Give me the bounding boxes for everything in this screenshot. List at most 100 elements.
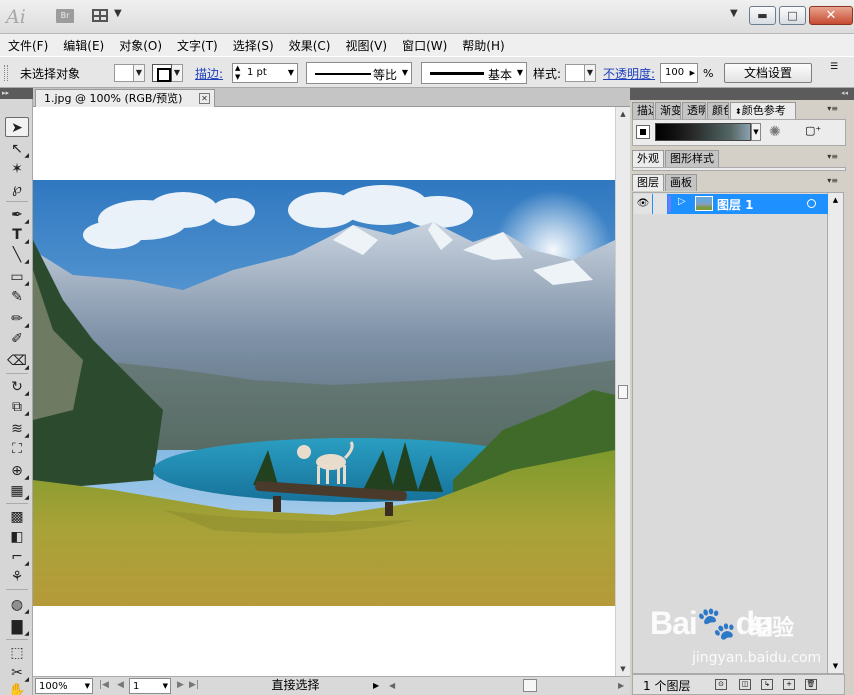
layer-name[interactable]: 图层 1 xyxy=(717,196,754,213)
opacity-panel-link[interactable]: 不透明度: xyxy=(603,65,655,82)
lasso-tool-icon[interactable]: ℘ xyxy=(5,179,29,199)
opacity-field[interactable]: 100 ▶ xyxy=(660,63,698,83)
layer-target-icon[interactable] xyxy=(807,199,816,208)
menu-help[interactable]: 帮助(H) xyxy=(462,37,512,54)
tab-stroke[interactable]: 描边 xyxy=(632,102,654,119)
eyedropper-tool-icon[interactable]: ⌐ ◢ xyxy=(5,547,29,567)
tab-artboards[interactable]: 画板 xyxy=(665,174,697,191)
close-tab-icon[interactable]: ✕ xyxy=(199,93,210,104)
artboard-number-field[interactable]: 1 ▼ xyxy=(129,678,171,694)
pencil-tool-icon[interactable]: ✏ ◢ xyxy=(5,309,29,329)
pen-tool-icon[interactable]: ✒ ◢ xyxy=(5,205,29,225)
tab-gradient[interactable]: 渐变 xyxy=(655,102,681,119)
free-transform-tool-icon[interactable]: ⛶ xyxy=(5,439,29,459)
bridge-button[interactable]: Br xyxy=(56,9,74,23)
vertical-scrollbar[interactable]: ▲ ▼ xyxy=(615,107,630,676)
new-layer-icon[interactable]: + xyxy=(783,679,795,690)
menu-edit[interactable]: 编辑(E) xyxy=(63,37,112,54)
document-setup-button[interactable]: 文档设置 xyxy=(724,63,812,83)
document-tab[interactable]: 1.jpg @ 100% (RGB/预览) ✕ xyxy=(35,89,215,107)
previous-artboard-icon[interactable]: ◀ xyxy=(117,678,124,694)
menu-object[interactable]: 对象(O) xyxy=(119,37,170,54)
eraser-tool-icon[interactable]: ⌫ ◢ xyxy=(5,351,29,371)
stroke-weight-field[interactable]: 1 pt ▲ ▼ ▼ xyxy=(232,63,298,83)
panel-menu-icon[interactable]: ▾≡ xyxy=(827,176,838,185)
stroke-swatch[interactable] xyxy=(152,64,172,82)
artboard-tool-icon[interactable]: ⬚ xyxy=(5,643,29,663)
toolbar-collapse[interactable]: ▸▸ xyxy=(0,88,33,99)
layer-row[interactable]: 👁 ▷ 图层 1 xyxy=(634,194,828,214)
make-clipping-mask-icon[interactable]: ◫ xyxy=(739,679,751,690)
type-tool-icon[interactable]: T ◢ xyxy=(5,225,29,245)
graphic-style-swatch[interactable] xyxy=(565,64,585,82)
scroll-thumb[interactable] xyxy=(618,385,628,399)
brush-definition[interactable]: 基本 ▼ xyxy=(421,62,527,84)
graphic-style-dropdown[interactable]: ▼ xyxy=(585,64,596,82)
collapse-panels-icon[interactable]: ◂◂ xyxy=(841,88,848,99)
panel-menu-icon[interactable]: ☰ xyxy=(830,51,838,83)
stroke-dropdown[interactable]: ▼ xyxy=(172,64,183,82)
tab-color-guide[interactable]: ⬍颜色参考 xyxy=(730,102,796,119)
menu-file[interactable]: 文件(F) xyxy=(8,37,56,54)
scroll-left-icon[interactable]: ◀ xyxy=(389,678,395,694)
delete-layer-icon[interactable]: 🗑 xyxy=(805,679,817,690)
rotate-tool-icon[interactable]: ↻ ◢ xyxy=(5,377,29,397)
scale-tool-icon[interactable]: ⧉ ◢ xyxy=(5,397,29,417)
locate-object-icon[interactable]: ⊙ xyxy=(715,679,727,690)
direct-selection-tool-icon[interactable]: ↖ ◢ xyxy=(5,139,29,159)
fill-swatch[interactable] xyxy=(114,64,134,82)
visibility-eye-icon[interactable]: 👁 xyxy=(634,194,652,214)
rectangle-tool-icon[interactable]: ▭ ◢ xyxy=(5,267,29,287)
tab-graphic-styles[interactable]: 图形样式 xyxy=(665,150,719,167)
menu-effect[interactable]: 效果(C) xyxy=(289,37,339,54)
expand-triangle-icon[interactable]: ▷ xyxy=(678,196,686,207)
current-tool-status[interactable]: 直接选择 xyxy=(208,678,383,694)
first-artboard-icon[interactable]: |◀ xyxy=(99,678,109,694)
minimize-button[interactable]: ▬ xyxy=(749,6,776,25)
line-tool-icon[interactable]: ╲ ◢ xyxy=(5,245,29,265)
lock-toggle[interactable] xyxy=(653,194,667,214)
new-sublayer-icon[interactable]: ↳ xyxy=(761,679,773,690)
last-artboard-icon[interactable]: ▶| xyxy=(189,678,199,694)
save-color-group-icon[interactable]: ▢⁺ xyxy=(805,124,821,137)
blend-tool-icon[interactable]: ⚘ xyxy=(5,567,29,587)
tab-appearance[interactable]: 外观 xyxy=(632,150,664,167)
stroke-panel-link[interactable]: 描边: xyxy=(195,65,223,82)
status-menu-icon[interactable]: ▶ xyxy=(373,678,379,694)
warp-tool-icon[interactable]: ≋ ◢ xyxy=(5,419,29,439)
next-artboard-icon[interactable]: ▶ xyxy=(177,678,184,694)
panel-menu-icon[interactable]: ▾≡ xyxy=(827,152,838,161)
color-wheel-icon[interactable]: ✺ xyxy=(769,124,781,140)
shape-builder-tool-icon[interactable]: ⊕ ◢ xyxy=(5,461,29,481)
symbol-sprayer-tool-icon[interactable]: ◍ ◢ xyxy=(5,595,29,615)
menu-select[interactable]: 选择(S) xyxy=(233,37,282,54)
slice-tool-icon[interactable]: ✂ ◢ xyxy=(5,663,29,683)
chevron-right-icon[interactable]: ▶ xyxy=(690,64,695,82)
fill-dropdown[interactable]: ▼ xyxy=(134,64,145,82)
artboard-canvas[interactable] xyxy=(33,107,615,676)
paintbrush-tool-icon[interactable]: ✎ xyxy=(5,287,29,307)
menu-window[interactable]: 窗口(W) xyxy=(402,37,455,54)
workspace-dropdown-icon[interactable]: ▼ xyxy=(730,8,738,19)
magic-wand-tool-icon[interactable]: ✶ xyxy=(5,159,29,179)
horizontal-scroll-thumb[interactable] xyxy=(523,679,537,692)
tab-transparency[interactable]: 透明 xyxy=(682,102,706,119)
scroll-right-icon[interactable]: ▶ xyxy=(618,678,624,694)
panel-dock-header[interactable]: ◂◂ xyxy=(630,88,854,100)
variable-width-profile[interactable]: 等比 ▼ xyxy=(306,62,412,84)
column-graph-tool-icon[interactable]: ▇ ◢ xyxy=(5,617,29,637)
base-color-swatch[interactable] xyxy=(636,125,650,139)
scroll-up-icon[interactable]: ▲ xyxy=(616,107,630,121)
chevron-down-icon[interactable]: ▼ xyxy=(751,123,761,141)
scroll-down-icon[interactable]: ▼ xyxy=(616,662,630,676)
arrange-documents-button[interactable]: ▼ xyxy=(92,8,124,25)
zoom-field[interactable]: 100% ▼ xyxy=(35,678,93,694)
maximize-button[interactable]: □ xyxy=(779,6,806,25)
close-button[interactable]: ✕ xyxy=(809,6,853,25)
menu-type[interactable]: 文字(T) xyxy=(177,37,226,54)
placed-landscape-image[interactable] xyxy=(33,180,615,606)
panel-menu-icon[interactable]: ▾≡ xyxy=(827,104,838,113)
tab-layers[interactable]: 图层 xyxy=(632,174,664,191)
harmony-color-strip[interactable] xyxy=(655,123,751,141)
tab-color[interactable]: 颜色 xyxy=(707,102,729,119)
